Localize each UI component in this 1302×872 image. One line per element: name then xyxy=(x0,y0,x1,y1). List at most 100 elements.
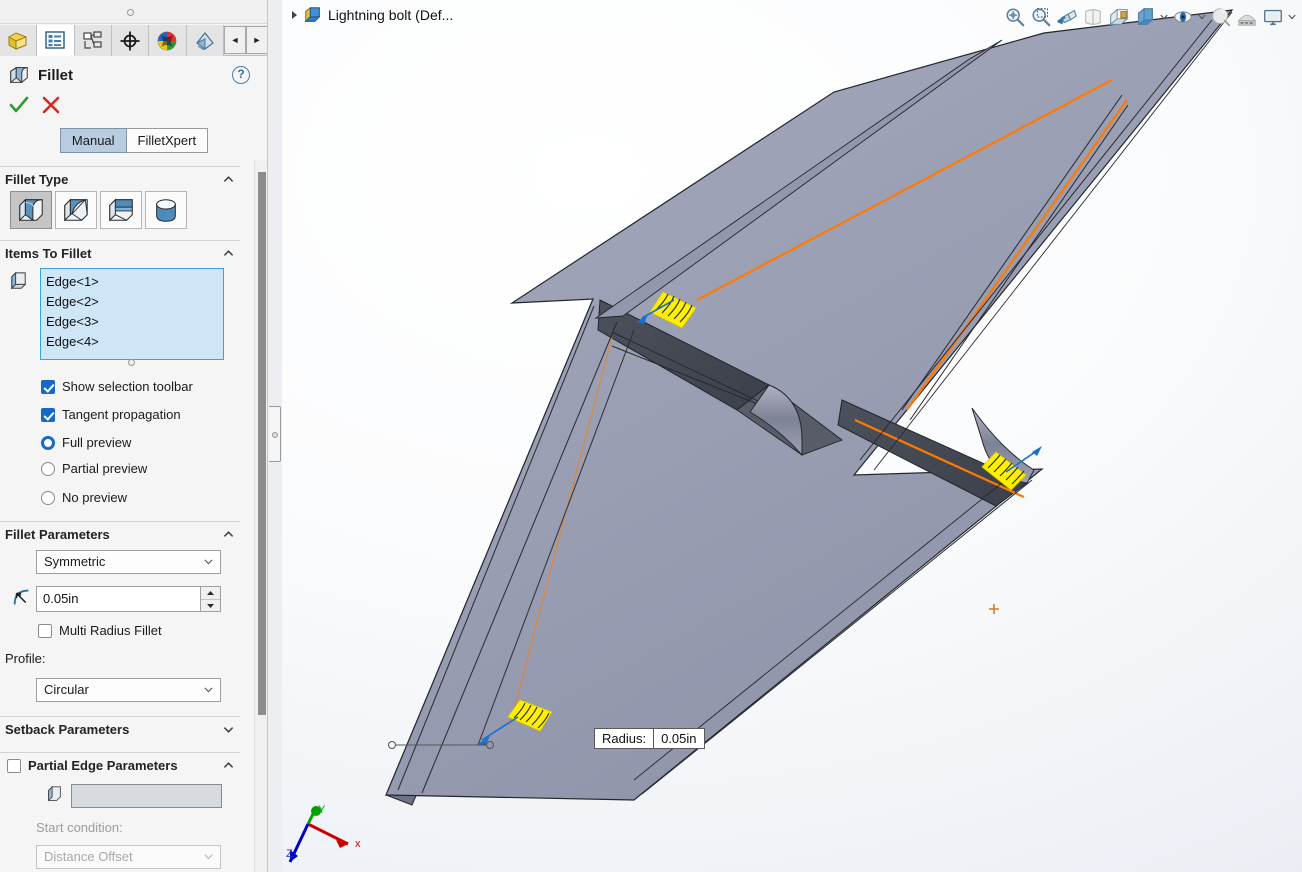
section-title-fillet-parameters: Fillet Parameters xyxy=(5,527,110,542)
sidebar-tab-feature-manager[interactable] xyxy=(0,25,38,56)
selected-item[interactable]: Edge<3> xyxy=(46,312,218,332)
radio-dot xyxy=(41,490,55,505)
close-icon xyxy=(42,96,60,114)
model-canvas xyxy=(288,9,1234,863)
tab-manual[interactable]: Manual xyxy=(59,128,127,153)
zoom-to-fit-icon[interactable] xyxy=(1002,4,1028,30)
cancel-button[interactable] xyxy=(40,94,62,116)
tangent-propagation-checkbox[interactable]: Tangent propagation xyxy=(41,407,181,422)
display-monitor-icon[interactable] xyxy=(1260,4,1286,30)
sidebar-tab-property-manager[interactable] xyxy=(37,25,75,56)
triad-label-z: Z xyxy=(286,848,293,860)
edge-selection-icon xyxy=(44,785,64,808)
page-title: Fillet xyxy=(38,66,74,84)
radio-dot xyxy=(41,435,55,450)
multi-radius-fillet-checkbox[interactable]: Multi Radius Fillet xyxy=(38,623,162,638)
section-title-items-to-fillet: Items To Fillet xyxy=(5,246,92,261)
show-selection-toolbar-checkbox[interactable]: Show selection toolbar xyxy=(41,379,193,394)
selected-items-listbox[interactable]: Edge<1> Edge<2> Edge<3> Edge<4> xyxy=(40,268,224,360)
triad-label-y: Y xyxy=(318,804,326,816)
previous-view-icon[interactable] xyxy=(1054,4,1080,30)
section-header-partial-edge-parameters[interactable]: Partial Edge Parameters xyxy=(0,752,240,778)
tab-scroll-next-button[interactable]: ► xyxy=(245,26,267,54)
chevron-down-icon xyxy=(204,854,213,860)
no-preview-label: No preview xyxy=(62,490,128,505)
edit-appearance-icon[interactable] xyxy=(1208,4,1234,30)
selected-item[interactable]: Edge<2> xyxy=(46,292,218,312)
section-view-icon[interactable] xyxy=(1080,4,1106,30)
display-style-dropdown-icon[interactable] xyxy=(1158,4,1170,30)
view-heads-up-toolbar xyxy=(1002,2,1298,32)
sidebar-tab-display-manager[interactable] xyxy=(149,25,187,56)
start-condition-label: Start condition: xyxy=(36,820,123,835)
full-preview-label: Full preview xyxy=(62,435,132,450)
sidebar-tab-appearances[interactable] xyxy=(186,25,224,56)
zoom-to-area-icon[interactable] xyxy=(1028,4,1054,30)
full-preview-radio[interactable]: Full preview xyxy=(41,435,131,450)
document-title: Lightning bolt (Def... xyxy=(328,7,454,23)
radius-callout-value[interactable]: 0.05in xyxy=(654,729,703,748)
listbox-resize-grip[interactable] xyxy=(128,359,135,366)
chevron-up-icon xyxy=(223,531,234,537)
fillet-mode-tabs: Manual FilletXpert xyxy=(0,128,267,154)
section-header-fillet-type[interactable]: Fillet Type xyxy=(0,166,240,192)
display-style-icon[interactable] xyxy=(1132,4,1158,30)
part-document-icon xyxy=(304,6,322,24)
profile-type-select[interactable]: Circular xyxy=(36,678,221,702)
display-manager-icon xyxy=(158,31,177,50)
profile-label: Profile: xyxy=(5,651,46,666)
panel-scrollbar[interactable] xyxy=(254,160,267,872)
hide-show-items-dropdown-icon[interactable] xyxy=(1196,4,1208,30)
chevron-down-icon xyxy=(204,559,213,565)
fillet-type-full-round-button[interactable] xyxy=(145,191,187,229)
fillet-type-face-fillet-button[interactable] xyxy=(100,191,142,229)
property-manager-header: Fillet xyxy=(0,57,267,93)
view-orientation-icon[interactable] xyxy=(1106,4,1132,30)
radius-input[interactable]: 0.05in xyxy=(36,586,221,612)
sidebar-tab-configuration-manager[interactable] xyxy=(74,25,112,56)
show-selection-toolbar-label: Show selection toolbar xyxy=(62,379,193,394)
selected-item[interactable]: Edge<1> xyxy=(46,272,218,292)
hide-show-items-icon[interactable] xyxy=(1170,4,1196,30)
radius-icon xyxy=(11,586,33,611)
fillet-type-variable-size-button[interactable] xyxy=(55,191,97,229)
start-condition-value: Distance Offset xyxy=(44,849,133,864)
section-header-setback-parameters[interactable]: Setback Parameters xyxy=(0,716,240,742)
configuration-manager-icon xyxy=(83,30,102,49)
chevron-down-icon xyxy=(204,687,213,693)
property-manager-icon xyxy=(45,31,66,49)
fillet-preview-marker-4 xyxy=(478,699,553,746)
radius-decrement-button[interactable] xyxy=(201,599,220,611)
start-condition-select[interactable]: Distance Offset xyxy=(36,845,221,869)
radius-callout-label: Radius: xyxy=(595,729,655,748)
tab-filletxpert[interactable]: FilletXpert xyxy=(126,128,209,153)
no-preview-radio[interactable]: No preview xyxy=(41,490,127,505)
appearances-icon xyxy=(195,31,214,50)
panel-scrollbar-thumb[interactable] xyxy=(258,172,266,715)
tangent-propagation-label: Tangent propagation xyxy=(62,407,181,422)
radius-increment-button[interactable] xyxy=(201,587,220,599)
panel-resize-grip[interactable] xyxy=(127,9,134,16)
expand-arrow-icon[interactable] xyxy=(288,9,300,21)
apply-scene-icon[interactable] xyxy=(1234,4,1260,30)
section-header-items-to-fillet[interactable]: Items To Fillet xyxy=(0,240,240,266)
radius-callout[interactable]: Radius: 0.05in xyxy=(594,728,705,749)
graphics-viewport[interactable]: x Y Z Lightning bolt (Def... Radius: 0.0… xyxy=(282,0,1302,872)
partial-preview-radio[interactable]: Partial preview xyxy=(41,461,147,476)
selected-item[interactable]: Edge<4> xyxy=(46,332,218,352)
section-title-setback-parameters: Setback Parameters xyxy=(5,722,130,737)
symmetry-type-select[interactable]: Symmetric xyxy=(36,550,221,574)
display-monitor-dropdown-icon[interactable] xyxy=(1286,4,1298,30)
tab-scroll-prev-button[interactable]: ◄ xyxy=(223,26,246,54)
help-icon[interactable]: ? xyxy=(232,66,250,84)
panel-collapse-tab[interactable] xyxy=(269,406,281,462)
radius-value: 0.05in xyxy=(43,591,79,606)
sidebar-tab-dimxpert-manager[interactable] xyxy=(111,25,150,56)
panel-splitter[interactable] xyxy=(268,0,282,872)
accept-button[interactable] xyxy=(8,94,30,116)
partial-edge-enable-checkbox[interactable] xyxy=(7,758,21,773)
section-header-fillet-parameters[interactable]: Fillet Parameters xyxy=(0,521,240,547)
partial-edge-selection-field[interactable] xyxy=(71,784,222,808)
fillet-type-constant-size-button[interactable] xyxy=(10,191,52,229)
breadcrumb[interactable]: Lightning bolt (Def... xyxy=(288,6,453,24)
